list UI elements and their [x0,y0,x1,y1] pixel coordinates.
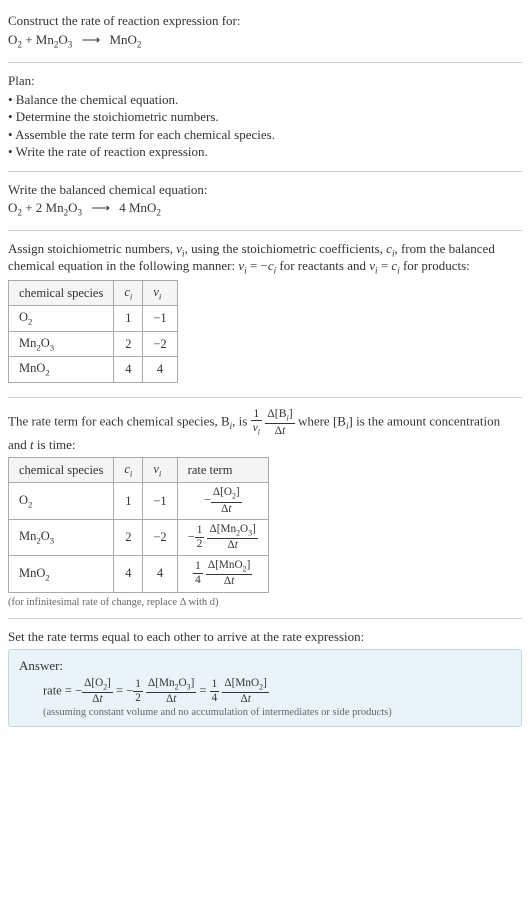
final-block: Set the rate terms equal to each other t… [8,625,522,735]
cell-vi: 4 [143,556,177,592]
cell-rate: −Δ[O2]Δt [177,483,268,519]
table-header-row: chemical species ci νi [9,280,178,306]
divider [8,171,522,172]
prompt-text: Construct the rate of reaction expressio… [8,12,522,30]
cell-vi: −2 [143,519,177,555]
col-species: chemical species [9,457,114,483]
answer-box: Answer: rate = −Δ[O2]Δt = −12 Δ[Mn2O3]Δt… [8,649,522,727]
assumption-note: (assuming constant volume and no accumul… [19,707,511,718]
plan-block: Plan: • Balance the chemical equation. •… [8,69,522,165]
cell-ci: 4 [114,556,143,592]
table-row: MnO2 4 4 [9,357,178,383]
balanced-equation: O2 + 2 Mn2O3 ⟶ 4 MnO2 [8,198,522,220]
rate-term-note: (for infinitesimal rate of change, repla… [8,597,522,608]
cell-species: MnO2 [9,357,114,383]
cell-vi: −1 [143,483,177,519]
rate-term-intro: The rate term for each chemical species,… [8,408,522,453]
plan-list: • Balance the chemical equation. • Deter… [8,91,522,161]
plan-item: • Write the rate of reaction expression. [8,143,522,161]
col-ci: ci [114,457,143,483]
balanced-title: Write the balanced chemical equation: [8,182,522,198]
cell-species: O2 [9,306,114,332]
col-vi: νi [143,280,177,306]
cell-ci: 2 [114,331,143,357]
cell-species: Mn2O3 [9,519,114,555]
divider [8,618,522,619]
stoich-table: chemical species ci νi O2 1 −1 Mn2O3 2 −… [8,280,178,383]
divider [8,62,522,63]
table-row: Mn2O3 2 −2 −12 Δ[Mn2O3]Δt [9,519,269,555]
table-row: O2 1 −1 −Δ[O2]Δt [9,483,269,519]
cell-vi: −2 [143,331,177,357]
table-row: Mn2O3 2 −2 [9,331,178,357]
final-title: Set the rate terms equal to each other t… [8,629,522,645]
cell-ci: 1 [114,483,143,519]
rate-expression: rate = −Δ[O2]Δt = −12 Δ[Mn2O3]Δt = 14 Δ[… [19,678,511,705]
col-ci: ci [114,280,143,306]
cell-species: O2 [9,483,114,519]
col-rate: rate term [177,457,268,483]
table-row: O2 1 −1 [9,306,178,332]
table-row: MnO2 4 4 14 Δ[MnO2]Δt [9,556,269,592]
cell-vi: −1 [143,306,177,332]
answer-label: Answer: [19,658,511,674]
plan-item: • Balance the chemical equation. [8,91,522,109]
cell-species: Mn2O3 [9,331,114,357]
rate-term-table: chemical species ci νi rate term O2 1 −1… [8,457,269,593]
rate-term-block: The rate term for each chemical species,… [8,404,522,612]
plan-item: • Determine the stoichiometric numbers. [8,108,522,126]
cell-ci: 1 [114,306,143,332]
header-block: Construct the rate of reaction expressio… [8,8,522,56]
col-vi: νi [143,457,177,483]
cell-rate: 14 Δ[MnO2]Δt [177,556,268,592]
plan-title: Plan: [8,73,522,89]
table-header-row: chemical species ci νi rate term [9,457,269,483]
col-species: chemical species [9,280,114,306]
stoich-intro: Assign stoichiometric numbers, νi, using… [8,241,522,276]
balanced-block: Write the balanced chemical equation: O2… [8,178,522,224]
cell-species: MnO2 [9,556,114,592]
divider [8,230,522,231]
divider [8,397,522,398]
plan-item: • Assemble the rate term for each chemic… [8,126,522,144]
stoich-block: Assign stoichiometric numbers, νi, using… [8,237,522,391]
unbalanced-equation: O2 + Mn2O3 ⟶ MnO2 [8,30,522,52]
cell-rate: −12 Δ[Mn2O3]Δt [177,519,268,555]
cell-ci: 2 [114,519,143,555]
cell-ci: 4 [114,357,143,383]
cell-vi: 4 [143,357,177,383]
